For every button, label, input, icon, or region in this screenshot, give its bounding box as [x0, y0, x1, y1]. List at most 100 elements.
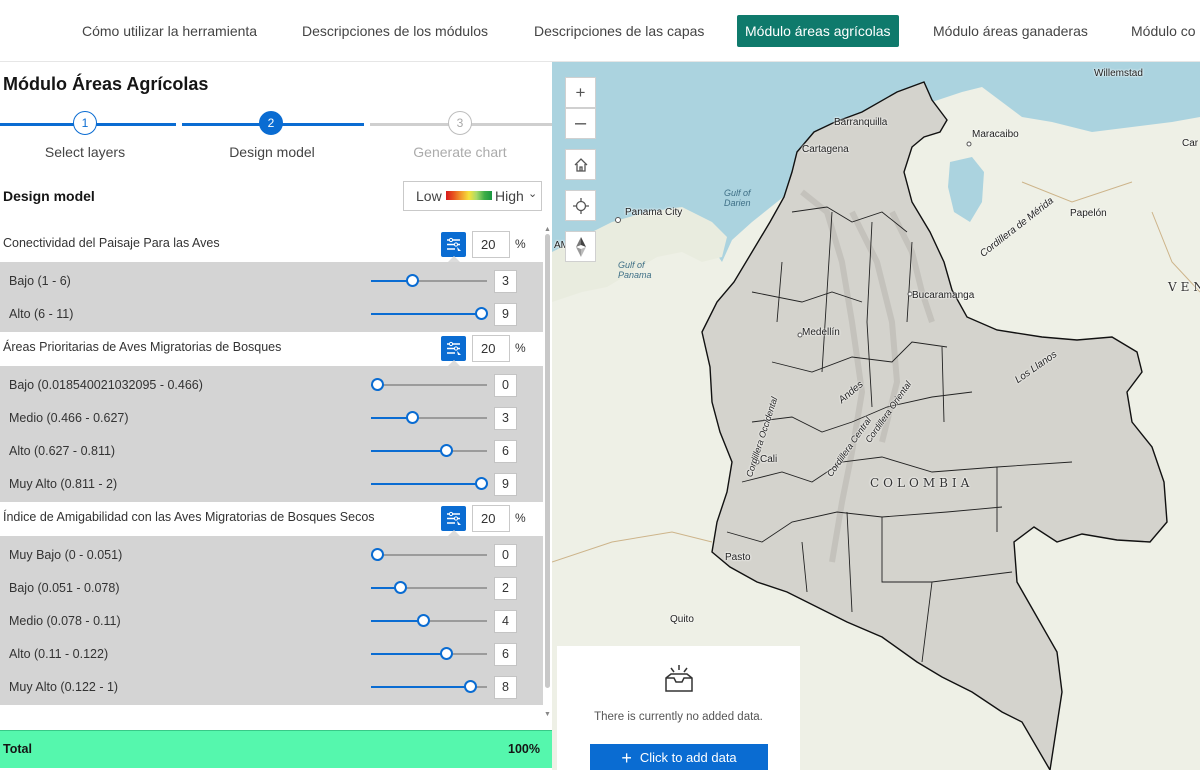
no-data-message: There is currently no added data.: [594, 711, 763, 723]
slider-handle[interactable]: [394, 581, 407, 594]
break-value-input[interactable]: 9: [494, 303, 517, 326]
home-button[interactable]: [565, 149, 596, 180]
tab-descripciones-capas[interactable]: Descripciones de las capas: [526, 15, 712, 47]
place-cali: Cali: [760, 454, 778, 465]
stepper: 1 2 3 Select layers Design model Generat…: [0, 110, 552, 166]
break-row: Bajo (1 - 6) 3: [0, 264, 543, 297]
slider-handle[interactable]: [370, 378, 384, 391]
compass-button[interactable]: [565, 231, 596, 262]
break-slider[interactable]: [371, 477, 489, 490]
weight-percent-input[interactable]: 20: [472, 231, 510, 258]
slider-handle[interactable]: [417, 614, 431, 627]
place-car: Car: [1182, 138, 1199, 149]
layer-group-name: Áreas Prioritarias de Aves Migratorias d…: [3, 340, 282, 354]
tab-descripciones-modulos[interactable]: Descripciones de los módulos: [294, 15, 496, 47]
add-data-button[interactable]: + Click to add data: [590, 744, 768, 770]
scrollbar[interactable]: ▲ ▼: [543, 226, 552, 722]
step-1-label[interactable]: Select layers: [0, 144, 175, 160]
module-title: Módulo Áreas Agrícolas: [3, 74, 209, 94]
break-label: Muy Alto (0.811 - 2): [9, 477, 118, 491]
caret-icon: [448, 530, 460, 536]
slider-fill: [371, 313, 482, 315]
place-pasto: Pasto: [725, 552, 751, 563]
weight-percent-input[interactable]: 20: [472, 335, 510, 362]
break-value-input[interactable]: 3: [494, 407, 517, 430]
break-label: Bajo (1 - 6): [9, 274, 71, 288]
slider-handle[interactable]: [440, 444, 454, 457]
step-2-label[interactable]: Design model: [182, 144, 362, 160]
break-slider[interactable]: [371, 680, 487, 693]
slider-handle[interactable]: [475, 477, 489, 490]
break-slider[interactable]: [371, 307, 489, 320]
break-value-input[interactable]: 6: [494, 440, 517, 463]
break-value-input[interactable]: 9: [494, 473, 517, 496]
caret-icon: [448, 256, 460, 262]
slider-fill: [371, 620, 424, 622]
total-row: Total 100%: [0, 730, 552, 768]
slider-handle[interactable]: [440, 647, 454, 660]
layer-group-breaks: Bajo (1 - 6) 3 Alto (6 - 11) 9: [0, 262, 543, 332]
layers-scroll-area[interactable]: Conectividad del Paisaje Para las Aves 20…: [0, 228, 543, 722]
tab-modulo-co[interactable]: Módulo co: [1123, 15, 1200, 47]
legend-dropdown[interactable]: Low High ⌄: [403, 181, 542, 211]
place-colombia: COLOMBIA: [870, 476, 974, 490]
break-slider[interactable]: [371, 411, 487, 424]
zoom-out-button[interactable]: –: [565, 108, 596, 139]
place-papelon: Papelón: [1070, 208, 1107, 219]
break-label: Medio (0.078 - 0.11): [9, 614, 121, 628]
layer-group-header: Conectividad del Paisaje Para las Aves 20…: [0, 228, 543, 262]
tab-modulo-ganaderas[interactable]: Módulo áreas ganaderas: [925, 15, 1096, 47]
break-value-input[interactable]: 6: [494, 643, 517, 666]
break-slider[interactable]: [371, 647, 487, 660]
step-2-circle[interactable]: 2: [259, 111, 283, 135]
slider-handle[interactable]: [370, 548, 384, 561]
step-1-circle[interactable]: 1: [73, 111, 97, 135]
percent-sign: %: [515, 237, 526, 251]
break-row: Muy Alto (0.122 - 1) 8: [0, 670, 543, 703]
break-value-input[interactable]: 2: [494, 577, 517, 600]
scrollbar-thumb[interactable]: [545, 234, 550, 688]
layer-group-header: Áreas Prioritarias de Aves Migratorias d…: [0, 332, 543, 366]
break-row: Bajo (0.018540021032095 - 0.466) 0: [0, 368, 543, 401]
break-slider[interactable]: [371, 444, 487, 457]
break-slider[interactable]: [371, 614, 487, 627]
break-slider[interactable]: [370, 548, 487, 561]
break-slider[interactable]: [371, 274, 487, 287]
slider-handle[interactable]: [463, 680, 477, 693]
compass-icon: [575, 237, 586, 257]
percent-sign: %: [515, 341, 526, 355]
weight-percent-input[interactable]: 20: [472, 505, 510, 532]
filter-settings-icon: [447, 511, 461, 525]
locate-button[interactable]: [565, 190, 596, 221]
break-value-input[interactable]: 4: [494, 610, 517, 633]
break-value-input[interactable]: 8: [494, 676, 517, 699]
break-slider[interactable]: [371, 581, 487, 594]
break-value-input[interactable]: 0: [494, 374, 517, 397]
scroll-up-icon[interactable]: ▲: [544, 226, 551, 233]
filter-settings-button[interactable]: [441, 336, 466, 361]
plus-icon: +: [575, 83, 586, 102]
step-3-label[interactable]: Generate chart: [370, 144, 550, 160]
break-value-input[interactable]: 3: [494, 270, 517, 293]
break-value-input[interactable]: 0: [494, 544, 517, 567]
place-gulf-darien: Gulf of Darien: [724, 188, 751, 208]
layer-group-name: Índice de Amigabilidad con las Aves Migr…: [3, 510, 375, 524]
app-root: Cómo utilizar la herramienta Descripcion…: [0, 0, 1200, 770]
slider-handle[interactable]: [405, 411, 419, 424]
slider-fill: [371, 450, 447, 452]
scroll-down-icon[interactable]: ▼: [544, 711, 551, 718]
tab-modulo-agricolas[interactable]: Módulo áreas agrícolas: [737, 15, 899, 47]
total-value: 100%: [508, 742, 540, 756]
slider-handle[interactable]: [475, 307, 489, 320]
filter-settings-button[interactable]: [441, 232, 466, 257]
tab-como-utilizar[interactable]: Cómo utilizar la herramienta: [74, 15, 265, 47]
place-willemstad: Willemstad: [1094, 68, 1143, 79]
filter-settings-button[interactable]: [441, 506, 466, 531]
zoom-in-button[interactable]: +: [565, 77, 596, 108]
place-quito: Quito: [670, 614, 694, 625]
step-3-circle[interactable]: 3: [448, 111, 472, 135]
slider-handle[interactable]: [405, 274, 419, 287]
design-model-title: Design model: [3, 188, 95, 204]
break-row: Alto (6 - 11) 9: [0, 297, 543, 330]
break-slider[interactable]: [370, 378, 487, 391]
